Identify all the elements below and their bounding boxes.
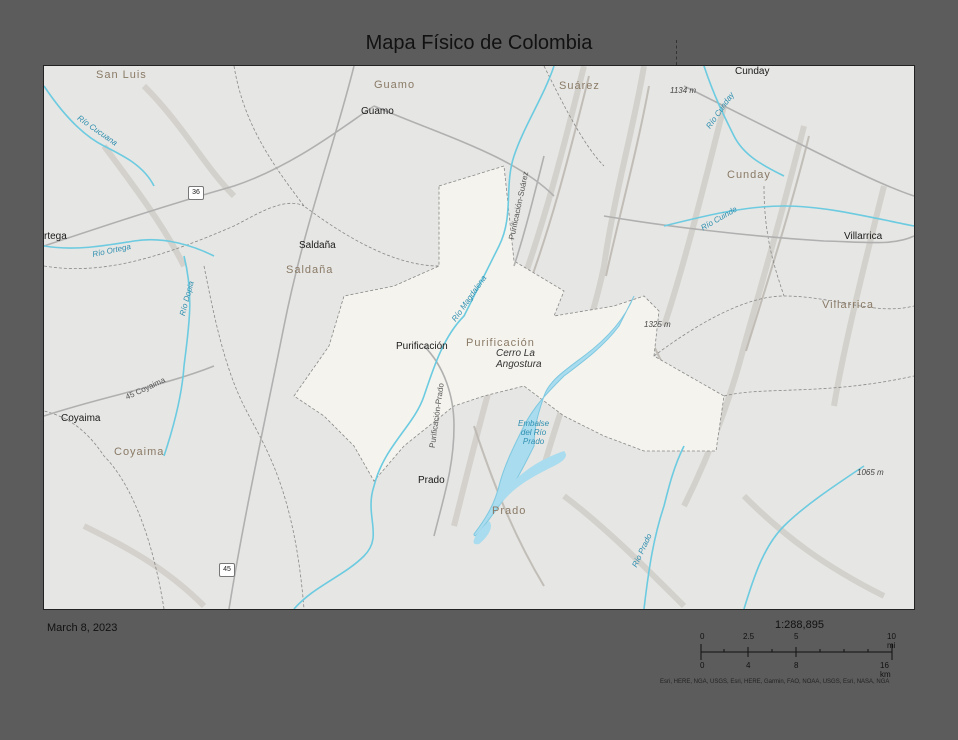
region-guamo: Guamo <box>374 79 416 91</box>
region-san-luis: San Luis <box>96 69 147 81</box>
map-title: Mapa Físico de Colombia <box>365 32 593 54</box>
feature-embalse-rio-prado: Embalse del Río Prado <box>518 419 550 446</box>
region-villarrica: Villarrica <box>822 299 874 311</box>
town-prado[interactable]: Prado <box>418 475 445 486</box>
region-coyaima: Coyaima <box>114 446 165 458</box>
elevation-label: 1325 m <box>644 320 671 329</box>
feature-cerro-la-angostura: Cerro La Angostura <box>496 348 542 370</box>
town-guamo[interactable]: Guamo <box>361 106 394 117</box>
elevation-label: 1065 m <box>857 468 884 477</box>
map-frame[interactable]: San Luis Guamo Suárez Saldaña Purificaci… <box>43 65 915 610</box>
region-cunday: Cunday <box>727 169 771 181</box>
scale-tick-km: 16 km <box>880 661 891 679</box>
scale-ratio: 1:288,895 <box>775 619 824 631</box>
town-villarrica[interactable]: Villarrica <box>844 231 882 242</box>
route-shield-45: 45 <box>219 563 235 577</box>
region-saldana: Saldaña <box>286 264 334 276</box>
town-saldana[interactable]: Saldaña <box>299 240 336 251</box>
scale-tick-km: 4 <box>746 661 751 670</box>
town-coyaima[interactable]: Coyaima <box>61 413 100 424</box>
map-date: March 8, 2023 <box>47 622 118 634</box>
town-purificacion[interactable]: Purificación <box>396 341 448 352</box>
map-attribution: Esri, HERE, NGA, USGS, Esri, HERE, Garmi… <box>660 679 890 685</box>
region-suarez: Suárez <box>559 80 600 92</box>
scale-tick-km: 8 <box>794 661 799 670</box>
town-cunday[interactable]: Cunday <box>735 66 769 77</box>
route-shield-36: 36 <box>188 186 204 200</box>
elevation-label: 1134 m <box>670 86 697 95</box>
region-prado: Prado <box>492 505 527 517</box>
cursor-guide <box>676 40 678 65</box>
scale-tick-km: 0 <box>700 661 705 670</box>
town-ortega[interactable]: rtega <box>44 231 67 242</box>
scale-bar: 0 2.5 5 10 mi 0 4 8 16 km <box>700 632 896 679</box>
